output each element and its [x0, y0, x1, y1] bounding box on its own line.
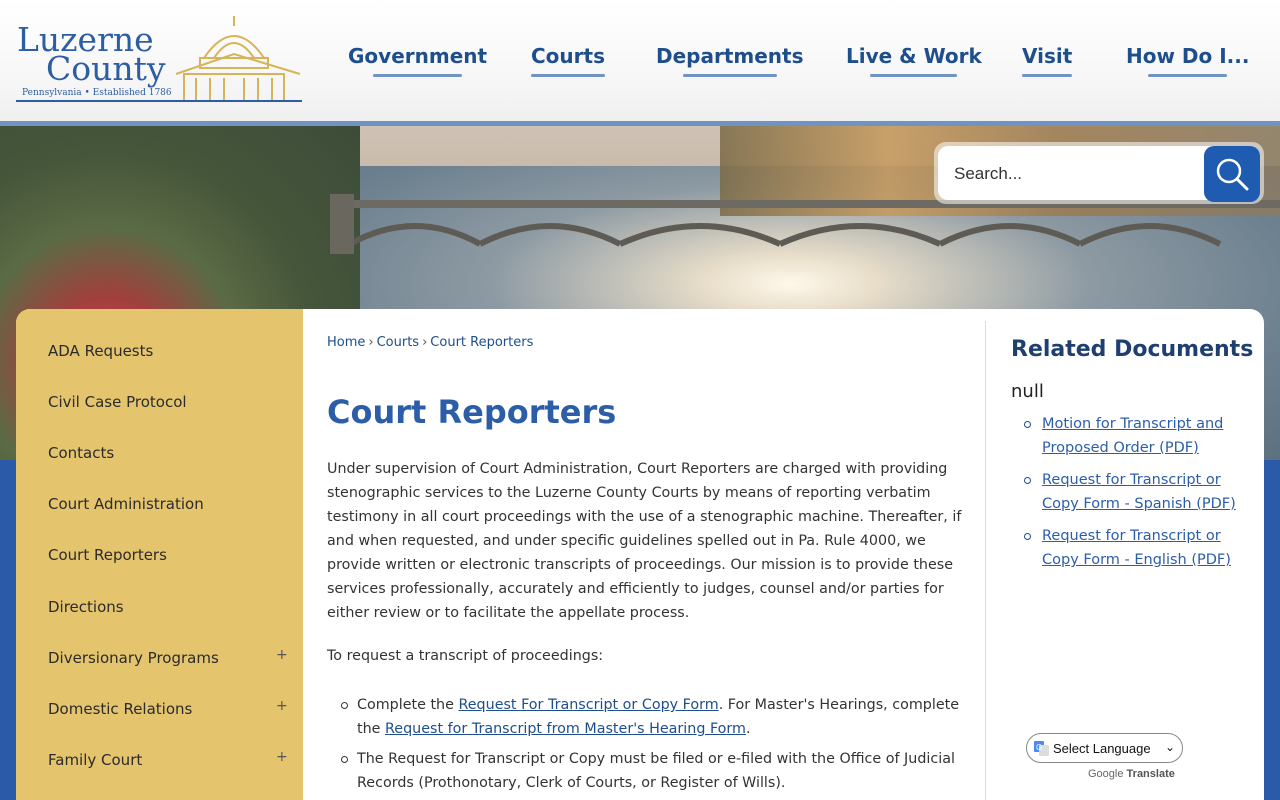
breadcrumb: Home › Courts › Court Reporters: [327, 335, 533, 350]
step-text: Complete the: [357, 697, 459, 713]
request-heading: To request a transcript of proceedings:: [327, 648, 604, 664]
intro-paragraph: Under supervision of Court Administratio…: [327, 461, 962, 621]
nav-visit[interactable]: Visit: [1022, 44, 1073, 77]
nav-underline: [373, 74, 463, 77]
sidebar-item-directions[interactable]: Directions: [48, 598, 288, 616]
search-button[interactable]: [1204, 146, 1260, 202]
google-logo-text: Google: [1088, 768, 1124, 780]
nav-underline: [1148, 74, 1228, 77]
nav-label: Government: [348, 44, 488, 68]
step-text: The Request for Transcript or Copy must …: [357, 751, 955, 791]
request-steps-list: Complete the Request For Transcript or C…: [341, 693, 967, 800]
language-select[interactable]: G Select Language ⌄: [1026, 733, 1183, 763]
page-content: Home › Courts › Court Reporters Court Report…: [327, 309, 977, 800]
related-documents-list: Motion for Transcript and Proposed Order…: [1024, 412, 1242, 580]
nav-courts[interactable]: Courts: [531, 44, 605, 77]
sidebar-navigation: ADA Requests Civil Case Protocol Contact…: [16, 309, 303, 800]
nav-label: Live & Work: [846, 44, 982, 68]
list-item: Request for Transcript or Copy Form - Sp…: [1024, 468, 1242, 516]
nav-label: How Do I...: [1126, 44, 1250, 68]
nav-underline: [1022, 74, 1073, 77]
translate-label: Translate: [1126, 768, 1175, 780]
search-panel: [934, 142, 1264, 204]
sidebar-item-ada-requests[interactable]: ADA Requests: [48, 342, 288, 360]
svg-text:G: G: [1036, 743, 1042, 752]
sidebar-item-diversionary-programs[interactable]: Diversionary Programs: [48, 649, 288, 667]
related-documents-title: Related Documents: [1011, 337, 1254, 362]
page-title: Court Reporters: [327, 393, 617, 431]
main-content-card: ADA Requests Civil Case Protocol Contact…: [16, 309, 1264, 800]
luzerne-county-logo[interactable]: Luzerne County Pennsylvania • Establishe…: [14, 14, 304, 106]
logo-underline: [16, 100, 302, 102]
google-translate-widget: G Select Language ⌄ Google Translate: [1026, 733, 1186, 785]
nav-label: Departments: [656, 44, 804, 68]
search-input[interactable]: [954, 163, 1194, 185]
nav-underline: [531, 74, 605, 77]
sidebar-item-court-administration[interactable]: Court Administration: [48, 495, 288, 513]
sidebar-item-court-reporters[interactable]: Court Reporters: [48, 546, 288, 564]
breadcrumb-separator: ›: [368, 335, 374, 350]
breadcrumb-courts[interactable]: Courts: [377, 335, 420, 350]
search-icon: [1216, 158, 1249, 191]
breadcrumb-court-reporters[interactable]: Court Reporters: [430, 335, 533, 350]
nav-label: Courts: [531, 44, 605, 68]
site-header: Luzerne County Pennsylvania • Establishe…: [0, 0, 1280, 121]
list-item: Request for Transcript or Copy Form - En…: [1024, 524, 1242, 572]
column-divider: [985, 321, 986, 800]
motion-for-transcript-link[interactable]: Motion for Transcript and Proposed Order…: [1042, 416, 1223, 456]
nav-label: Visit: [1022, 44, 1073, 68]
breadcrumb-separator: ›: [422, 335, 428, 350]
sidebar-item-family-court[interactable]: Family Court: [48, 751, 288, 769]
sidebar-item-domestic-relations[interactable]: Domestic Relations: [48, 700, 288, 718]
nav-departments[interactable]: Departments: [656, 44, 804, 77]
courthouse-dome-icon: [175, 16, 301, 102]
nav-live-work[interactable]: Live & Work: [846, 44, 982, 77]
nav-underline: [682, 74, 777, 77]
transcript-form-link[interactable]: Request For Transcript or Copy Form: [458, 697, 718, 713]
logo-tagline: Pennsylvania • Established 1786: [22, 88, 172, 98]
list-item: The Request for Transcript or Copy must …: [341, 747, 967, 795]
step-text: .: [745, 721, 751, 737]
nav-how-do-i[interactable]: How Do I...: [1126, 44, 1249, 77]
masters-hearing-form-link[interactable]: Request for Transcript from Master's Hea…: [385, 721, 746, 737]
nav-underline: [870, 74, 958, 77]
sidebar-item-civil-case-protocol[interactable]: Civil Case Protocol: [48, 393, 288, 411]
google-translate-icon: G: [1034, 741, 1049, 756]
expand-diversionary-programs-button[interactable]: +: [276, 647, 288, 663]
sidebar-item-contacts[interactable]: Contacts: [48, 444, 288, 462]
expand-family-court-button[interactable]: +: [276, 749, 288, 765]
expand-domestic-relations-button[interactable]: +: [276, 698, 288, 714]
powered-by-google-translate[interactable]: Google Translate: [1088, 768, 1175, 780]
logo-wordmark-line2: County: [46, 49, 166, 88]
list-item: Motion for Transcript and Proposed Order…: [1024, 412, 1242, 460]
transcript-form-english-link[interactable]: Request for Transcript or Copy Form - En…: [1042, 528, 1231, 568]
chevron-down-icon: ⌄: [1165, 740, 1176, 754]
nav-government[interactable]: Government: [348, 44, 487, 77]
breadcrumb-home[interactable]: Home: [327, 335, 365, 350]
list-item: Complete the Request For Transcript or C…: [341, 693, 967, 741]
related-group-label: null: [1011, 381, 1044, 402]
language-select-label: Select Language: [1053, 741, 1151, 756]
transcript-form-spanish-link[interactable]: Request for Transcript or Copy Form - Sp…: [1042, 472, 1236, 512]
